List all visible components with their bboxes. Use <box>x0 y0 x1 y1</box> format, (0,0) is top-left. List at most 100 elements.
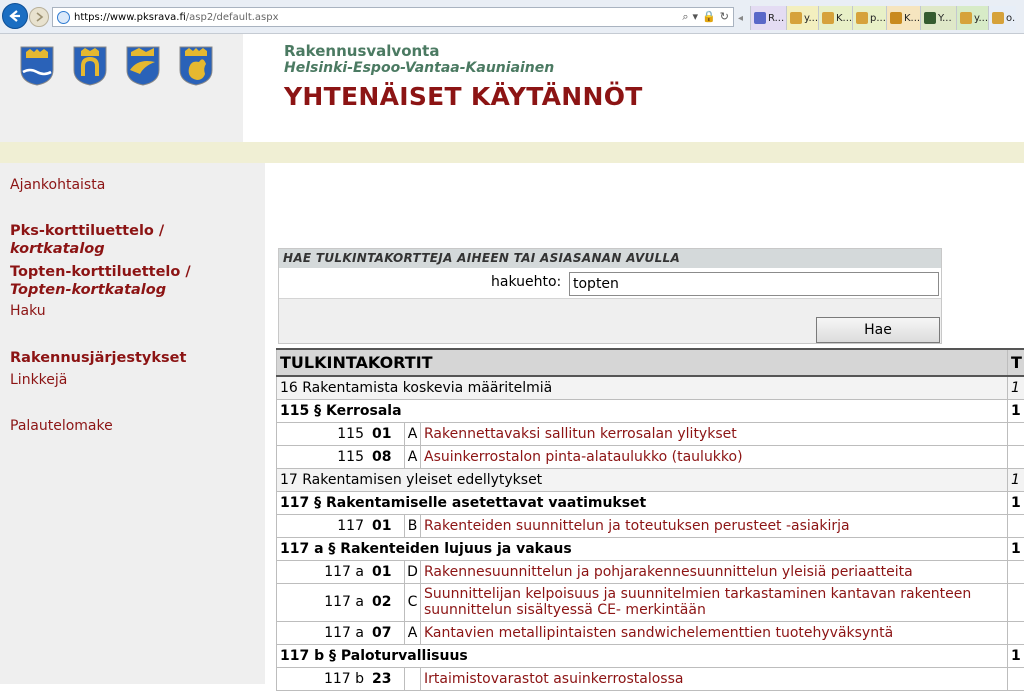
card-title-link[interactable]: Kantavien metallipintaisten sandwichelem… <box>421 621 1008 644</box>
nav-ajankohtaista[interactable]: Ajankohtaista <box>10 177 105 193</box>
card-right-cell <box>1008 445 1024 468</box>
header-band <box>0 142 1024 163</box>
row-right-value: 1 <box>1008 644 1024 667</box>
table-header: TULKINTAKORTIT <box>277 349 1008 376</box>
address-bar[interactable]: https://www.pksrava.fi/asp2/default.aspx… <box>52 7 734 27</box>
card-section: 117 a <box>324 625 364 641</box>
table-header-row: TULKINTAKORTIT T <box>277 349 1024 376</box>
section-title: 117 a § Rakenteiden lujuus ja vakaus <box>277 537 1008 560</box>
sidebar: Ajankohtaista Pks-korttiluettelo /kortka… <box>0 163 265 684</box>
forward-button[interactable] <box>29 7 49 27</box>
card-class: B <box>405 514 421 537</box>
row-right-value: 1 <box>1008 376 1024 399</box>
card-right-cell <box>1008 560 1024 583</box>
dropdown-icon[interactable]: ▾ <box>693 10 699 24</box>
card-title-link[interactable]: Asuinkerrostalon pinta-alataulukko (taul… <box>421 445 1008 468</box>
card-number: 11508 <box>277 445 405 468</box>
card-class <box>405 667 421 690</box>
tab-scroll-left-icon[interactable]: ◂ <box>738 6 750 30</box>
search-icon[interactable]: ⌕ <box>682 10 688 24</box>
card-class: C <box>405 583 421 621</box>
card-number: 11501 <box>277 422 405 445</box>
card-class: A <box>405 621 421 644</box>
forward-arrow-icon <box>33 11 45 23</box>
section-row: 117 b § Paloturvallisuus1 <box>277 644 1024 667</box>
card-section: 117 a <box>324 564 364 580</box>
card-section: 117 a <box>324 594 364 610</box>
page-title: YHTENÄISET KÄYTÄNNÖT <box>284 82 643 111</box>
nav-rakennusjarjestykset[interactable]: Rakennusjärjestykset <box>10 349 186 367</box>
chapter-title: 17 Rakentamisen yleiset edellytykset <box>277 468 1008 491</box>
back-button[interactable] <box>2 3 28 29</box>
search-input[interactable] <box>569 272 939 296</box>
nav-pks-korttiluettelo[interactable]: Pks-korttiluettelo /kortkatalog <box>10 222 164 258</box>
card-number: 117 a01 <box>277 560 405 583</box>
browser-tab[interactable]: p... <box>852 6 886 30</box>
kauniainen-crest-icon <box>179 46 213 86</box>
browser-tab[interactable]: Y... <box>920 6 956 30</box>
vantaa-crest-icon <box>126 46 160 86</box>
helsinki-crest-icon <box>20 46 54 86</box>
card-right-cell <box>1008 422 1024 445</box>
search-button[interactable]: Hae <box>816 317 940 343</box>
row-right-value: 1 <box>1008 537 1024 560</box>
browser-tab[interactable]: R... <box>750 6 786 30</box>
url-host: https://www.pksrava.fi <box>74 12 186 23</box>
ie-page-icon <box>57 11 70 24</box>
card-no: 08 <box>364 449 400 465</box>
card-no: 02 <box>364 594 400 610</box>
card-row: 117 a02CSuunnittelijan kelpoisuus ja suu… <box>277 583 1024 621</box>
card-section: 117 <box>337 518 364 534</box>
nav-palautelomake[interactable]: Palautelomake <box>10 418 113 434</box>
lock-icon[interactable]: 🔒 <box>702 10 716 24</box>
card-row: 117 b23Irtaimistovarastot asuinkerrostal… <box>277 667 1024 690</box>
row-right-value: 1 <box>1008 468 1024 491</box>
browser-tab[interactable]: K... <box>818 6 852 30</box>
section-row: 117 a § Rakenteiden lujuus ja vakaus1 <box>277 537 1024 560</box>
card-no: 07 <box>364 625 400 641</box>
card-right-cell <box>1008 583 1024 621</box>
card-section: 117 b <box>324 671 364 687</box>
card-section: 115 <box>337 426 364 442</box>
browser-tab[interactable]: y... <box>786 6 818 30</box>
card-no: 01 <box>364 564 400 580</box>
card-row: 11701 BRakenteiden suunnittelun ja toteut… <box>277 514 1024 537</box>
nav-haku[interactable]: Haku <box>10 303 46 319</box>
url-path: /asp2/default.aspx <box>186 12 279 23</box>
search-label: hakuehto: <box>491 274 561 290</box>
row-right-value: 1 <box>1008 399 1024 422</box>
org-name: Rakennusvalvonta <box>284 42 439 60</box>
section-title: 117 b § Paloturvallisuus <box>277 644 1008 667</box>
card-title-link[interactable]: Irtaimistovarastot asuinkerrostalossa <box>421 667 1008 690</box>
browser-tab[interactable]: K... <box>886 6 920 30</box>
nav-linkkeja[interactable]: Linkkejä <box>10 372 67 388</box>
cities-subtitle: Helsinki-Espoo-Vantaa-Kauniainen <box>284 60 554 76</box>
section-title: 115 § Kerrosala <box>277 399 1008 422</box>
card-title-link[interactable]: Rakennesuunnittelun ja pohjarakennesuunn… <box>421 560 1008 583</box>
card-row: 11501ARakennettavaksi sallitun kerrosala… <box>277 422 1024 445</box>
table-header-right: T <box>1008 349 1024 376</box>
tab-strip: ◂ R... y... K... p... K... Y... y... o..… <box>738 6 1016 30</box>
card-section: 115 <box>337 449 364 465</box>
browser-tab[interactable]: y... <box>956 6 988 30</box>
card-right-cell <box>1008 621 1024 644</box>
browser-tab[interactable]: o... <box>988 6 1016 30</box>
refresh-icon[interactable]: ↻ <box>720 10 729 24</box>
card-class: D <box>405 560 421 583</box>
card-right-cell <box>1008 667 1024 690</box>
card-title-link[interactable]: Rakenteiden suunnittelun ja toteutuksen … <box>421 514 1008 537</box>
card-number: 117 a02 <box>277 583 405 621</box>
card-right-cell <box>1008 514 1024 537</box>
row-right-value: 1 <box>1008 491 1024 514</box>
card-class: A <box>405 422 421 445</box>
card-no: 01 <box>364 518 400 534</box>
section-row: 117 § Rakentamiselle asetettavat vaatimu… <box>277 491 1024 514</box>
card-no: 01 <box>364 426 400 442</box>
card-title-link[interactable]: Suunnittelijan kelpoisuus ja suunnitelmi… <box>421 583 1008 621</box>
chapter-title: 16 Rakentamista koskevia määritelmiä <box>277 376 1008 399</box>
nav-topten-korttiluettelo[interactable]: Topten-korttiluettelo /Topten-kortkatalo… <box>10 263 191 299</box>
search-form: HAE TULKINTAKORTTEJA AIHEEN TAI ASIASANA… <box>278 248 942 344</box>
card-title-link[interactable]: Rakennettavaksi sallitun kerrosalan ylit… <box>421 422 1008 445</box>
chapter-row: 16 Rakentamista koskevia määritelmiä1 <box>277 376 1024 399</box>
search-heading: HAE TULKINTAKORTTEJA AIHEEN TAI ASIASANA… <box>279 249 941 268</box>
